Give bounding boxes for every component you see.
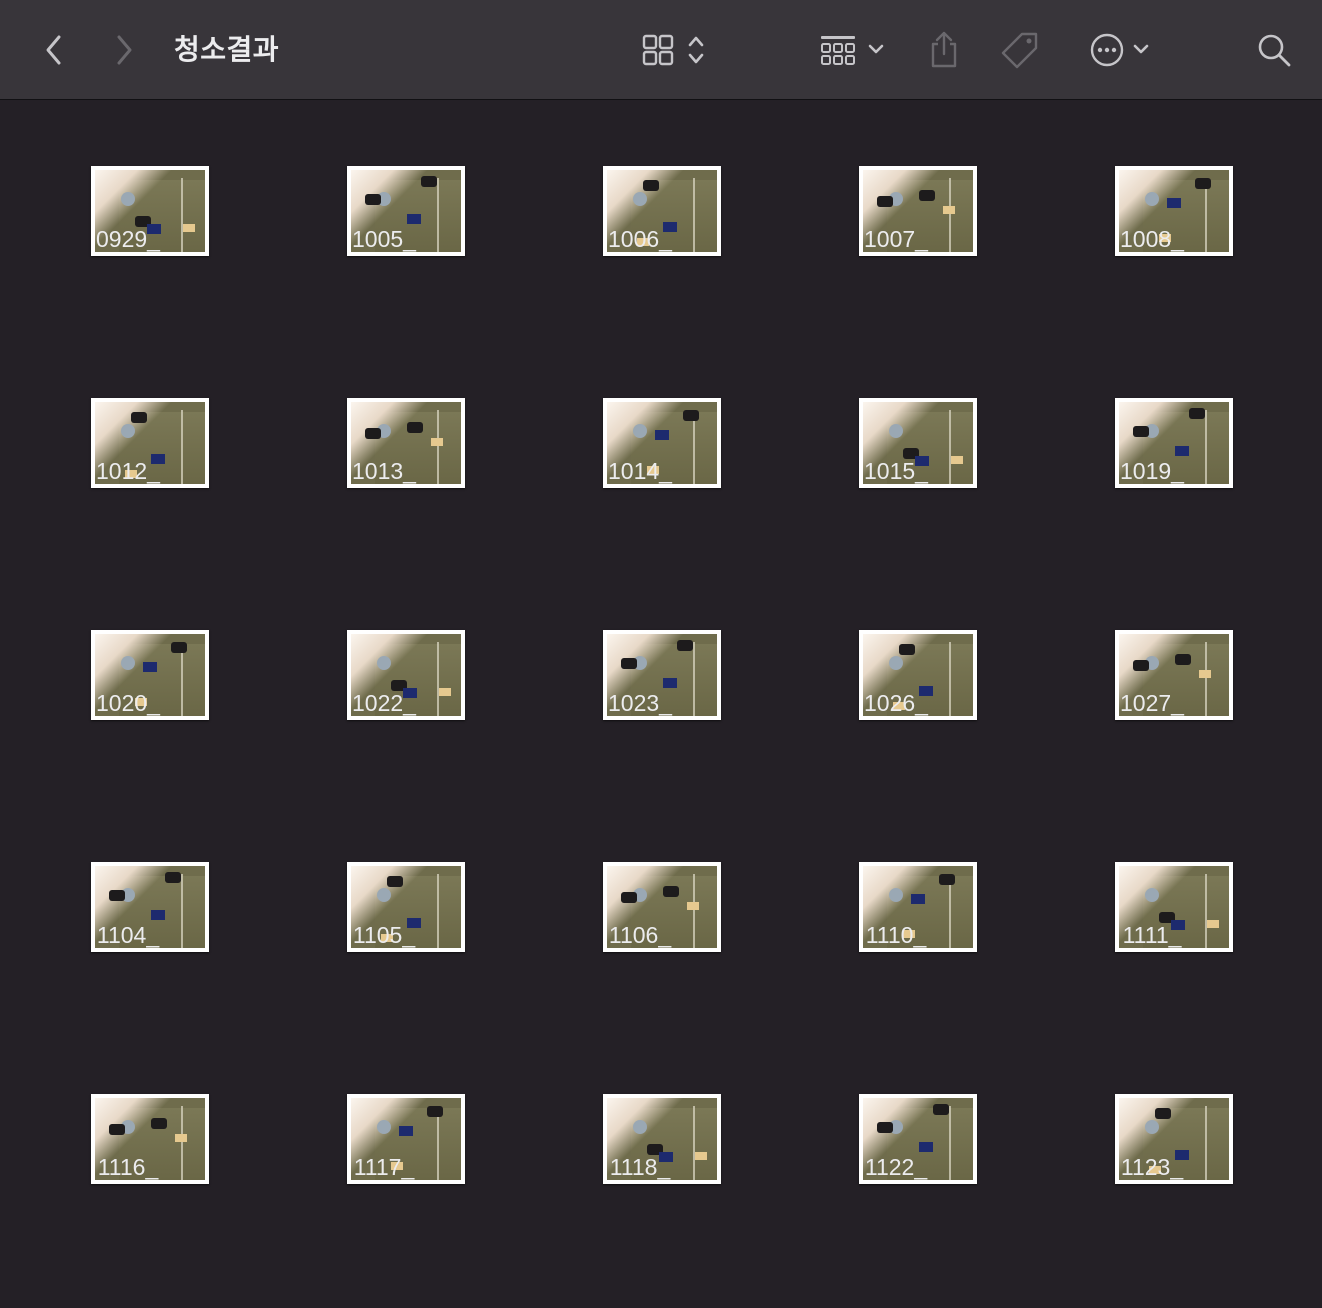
file-item[interactable]: 1013_ bbox=[256, 332, 512, 564]
tag-button[interactable] bbox=[996, 0, 1044, 99]
file-item[interactable]: 1015_ bbox=[768, 332, 1024, 564]
file-item[interactable]: 0929_ bbox=[0, 100, 256, 332]
file-item[interactable]: 1023_ bbox=[512, 564, 768, 796]
file-name-label[interactable]: 1117_ bbox=[234, 1154, 534, 1181]
file-item[interactable]: 1019_ bbox=[1024, 332, 1280, 564]
chevron-down-icon bbox=[868, 44, 884, 53]
folder-title: 청소결과 bbox=[174, 34, 280, 65]
search-button[interactable] bbox=[1252, 0, 1296, 99]
file-name-label[interactable]: 1008_ bbox=[1002, 226, 1302, 253]
forward-button[interactable] bbox=[104, 0, 144, 99]
file-item[interactable]: 1123_ bbox=[1024, 1028, 1280, 1260]
chevron-right-icon bbox=[117, 35, 132, 64]
file-name-label[interactable]: 1019_ bbox=[1002, 458, 1302, 485]
file-name-label[interactable]: 1006_ bbox=[490, 226, 790, 253]
file-name-label[interactable]: 1007_ bbox=[746, 226, 1046, 253]
file-item[interactable]: 1005_ bbox=[256, 100, 512, 332]
file-icon-grid: 0929_ 1005_ 1006_ 1007_ 1008_ 1012_ 1013_ 1014_… bbox=[0, 100, 1322, 1308]
file-name-label[interactable]: 1023_ bbox=[490, 690, 790, 717]
chevron-left-icon bbox=[46, 35, 61, 64]
file-item[interactable]: 1105_ bbox=[256, 796, 512, 1028]
file-item[interactable]: 1022_ bbox=[256, 564, 512, 796]
file-item[interactable]: 1027_ bbox=[1024, 564, 1280, 796]
view-mode-button[interactable] bbox=[634, 0, 714, 99]
more-actions-button[interactable] bbox=[1080, 0, 1160, 99]
icon-view-grid-icon bbox=[642, 34, 674, 65]
file-item[interactable]: 1006_ bbox=[512, 100, 768, 332]
file-item[interactable]: 1118_ bbox=[512, 1028, 768, 1260]
file-item[interactable]: 1110_ bbox=[768, 796, 1024, 1028]
file-item[interactable]: 1026_ bbox=[768, 564, 1024, 796]
file-name-label[interactable]: 1022_ bbox=[234, 690, 534, 717]
share-icon bbox=[931, 31, 957, 67]
more-ellipsis-icon bbox=[1090, 33, 1124, 66]
file-name-label[interactable]: 1118_ bbox=[490, 1154, 790, 1181]
file-item[interactable]: 1104_ bbox=[0, 796, 256, 1028]
file-item[interactable]: 1012_ bbox=[0, 332, 256, 564]
file-name-label[interactable]: 1111_ bbox=[1002, 922, 1302, 949]
group-grid-icon bbox=[821, 35, 855, 65]
search-icon bbox=[1258, 34, 1291, 66]
file-name-label[interactable]: 1027_ bbox=[1002, 690, 1302, 717]
file-name-label[interactable]: 1015_ bbox=[746, 458, 1046, 485]
file-item[interactable]: 1117_ bbox=[256, 1028, 512, 1260]
file-name-label[interactable]: 1013_ bbox=[234, 458, 534, 485]
file-name-label[interactable]: 1122_ bbox=[746, 1154, 1046, 1181]
share-button[interactable] bbox=[922, 0, 966, 99]
back-button[interactable] bbox=[34, 0, 74, 99]
chevron-down-icon bbox=[1133, 44, 1149, 53]
file-item[interactable]: 1008_ bbox=[1024, 100, 1280, 332]
file-name-label[interactable]: 1123_ bbox=[1002, 1154, 1302, 1181]
file-name-label[interactable]: 1105_ bbox=[234, 922, 534, 949]
file-item[interactable]: 1116_ bbox=[0, 1028, 256, 1260]
file-name-label[interactable]: 1026_ bbox=[746, 690, 1046, 717]
file-name-label[interactable]: 1106_ bbox=[490, 922, 790, 949]
file-item[interactable]: 1014_ bbox=[512, 332, 768, 564]
group-button[interactable] bbox=[812, 0, 892, 99]
sort-updown-icon bbox=[688, 36, 704, 63]
file-name-label[interactable]: 1014_ bbox=[490, 458, 790, 485]
file-name-label[interactable]: 1005_ bbox=[234, 226, 534, 253]
file-item[interactable]: 1106_ bbox=[512, 796, 768, 1028]
finder-toolbar: 청소결과 bbox=[0, 0, 1322, 100]
file-item[interactable]: 1122_ bbox=[768, 1028, 1024, 1260]
file-item[interactable]: 1007_ bbox=[768, 100, 1024, 332]
tag-icon bbox=[1001, 32, 1038, 68]
file-name-label[interactable]: 1110_ bbox=[746, 922, 1046, 949]
file-item[interactable]: 1020_ bbox=[0, 564, 256, 796]
file-item[interactable]: 1111_ bbox=[1024, 796, 1280, 1028]
